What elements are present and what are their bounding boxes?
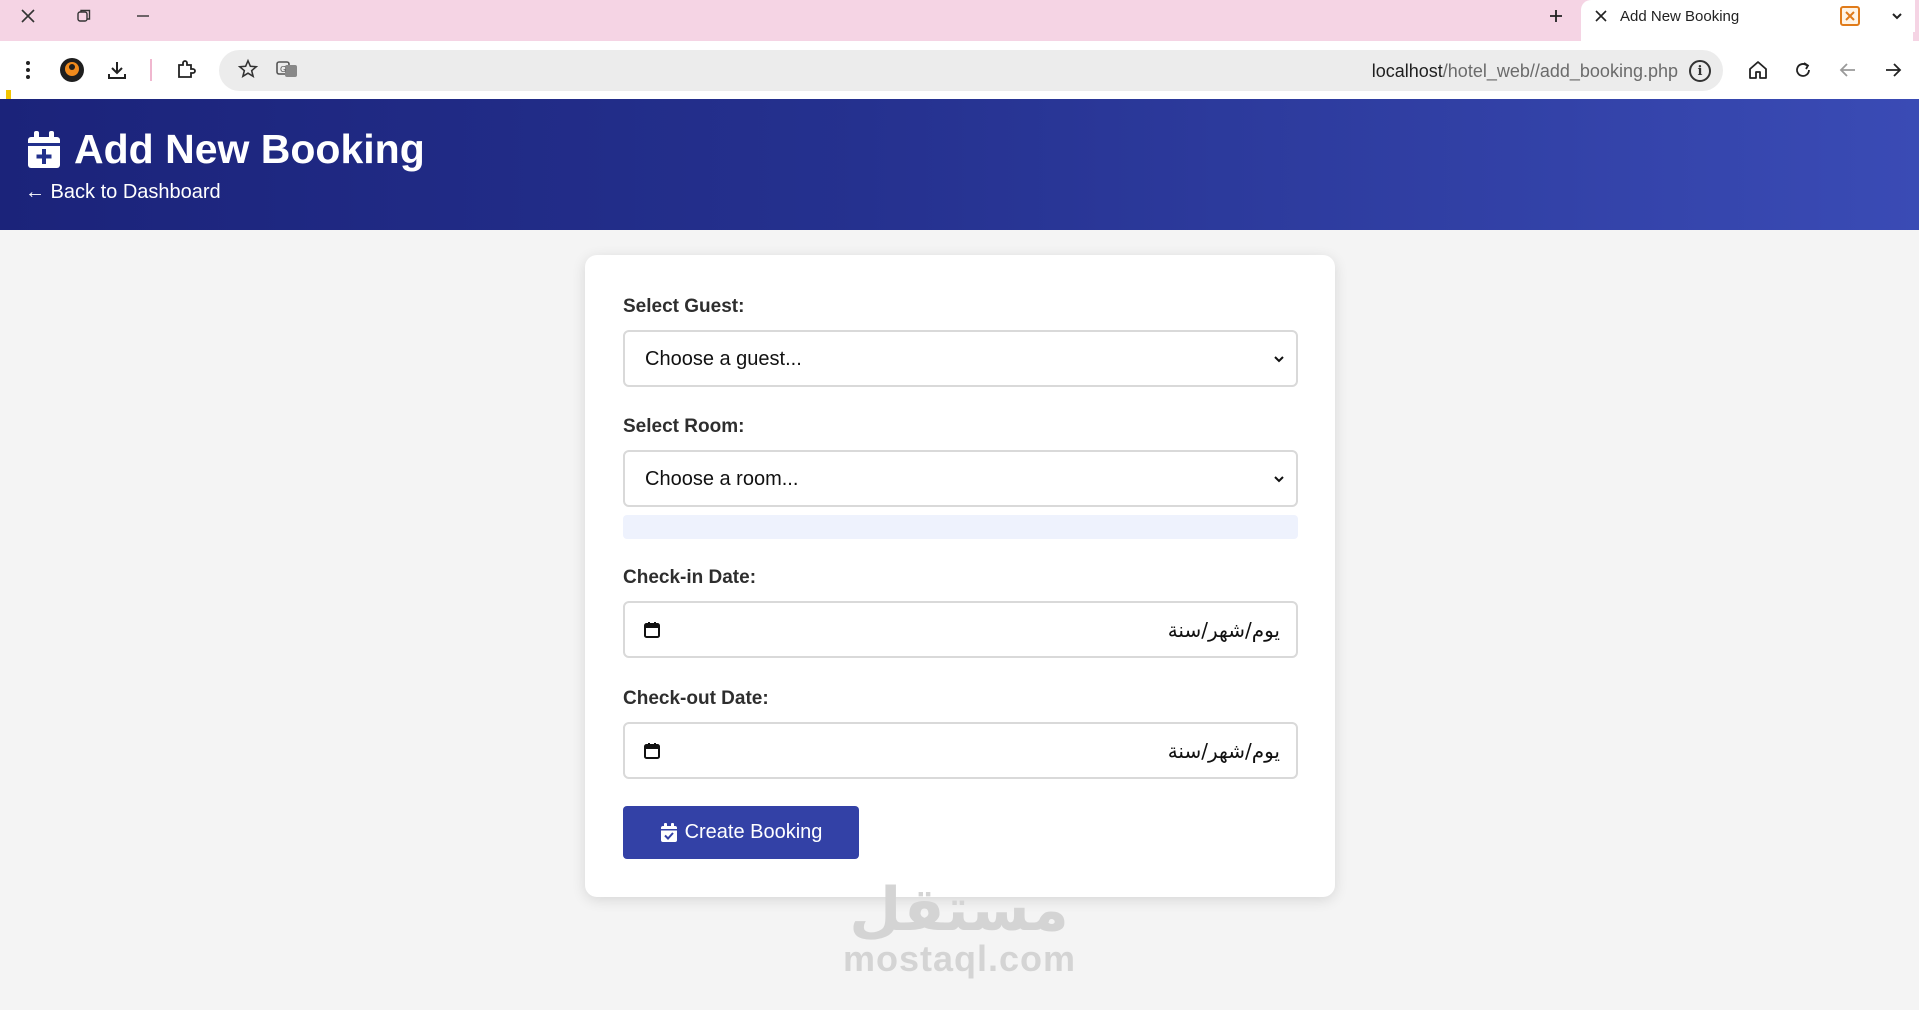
room-info-panel [623,515,1298,539]
arrow-left-icon [1839,63,1855,77]
download-icon [108,62,126,79]
room-select-value: Choose a room... [645,468,799,490]
tab-close-button[interactable] [1591,6,1611,26]
arrow-right-icon [1886,63,1902,77]
minimize-icon [137,15,149,17]
profile-avatar[interactable] [57,55,87,85]
toolbar-divider [150,59,152,81]
create-booking-button[interactable]: Create Booking [623,806,859,859]
home-icon [1749,61,1767,79]
calendar-icon[interactable] [643,621,661,639]
calendar-plus-icon [28,130,60,168]
watermark-arabic: مستقل [849,875,1069,945]
checkin-label: Check-in Date: [623,567,757,588]
puzzle-icon [178,60,196,78]
chevron-down-icon [1892,13,1902,20]
tab-search-button[interactable] [1879,0,1915,32]
guest-select[interactable]: Choose a guest... [623,330,1298,387]
mostaql-watermark: مستقل mostaql.com [843,880,1075,978]
url-text: localhost/hotel_web//add_booking.php [1372,61,1678,82]
guest-label: Select Guest: [623,296,745,317]
browser-title-bar: Add New Booking [0,0,1919,41]
downloads-button[interactable] [102,55,132,85]
avatar-icon [60,58,84,82]
browser-tab-active[interactable]: Add New Booking [1581,0,1913,41]
url-host: localhost [1371,61,1443,81]
xampp-favicon-icon [1840,6,1860,26]
create-booking-label: Create Booking [684,821,823,843]
site-info-icon[interactable]: i [1689,60,1711,82]
extensions-button[interactable] [171,55,201,85]
more-vertical-icon [26,61,30,79]
calendar-icon[interactable] [643,742,661,760]
checkout-date-placeholder: يوم/شهر/سنة [1167,739,1280,763]
reload-button[interactable] [1788,55,1818,85]
browser-toolbar: G localhost/hotel_web//add_booking.php i [0,41,1919,99]
minimize-window-button[interactable] [126,4,160,28]
room-label: Select Room: [623,416,745,437]
chevron-down-icon [1274,356,1284,363]
page-title-row: Add New Booking [26,129,425,170]
menu-button[interactable] [13,55,43,85]
page-header: Add New Booking ← Back to Dashboard [0,99,1919,230]
url-path: /hotel_web//add_booking.php [1442,61,1678,81]
chevron-down-icon [1274,476,1284,483]
checkout-date-input[interactable]: يوم/شهر/سنة [623,722,1298,779]
watermark-latin: mostaql.com [843,938,1077,979]
back-button[interactable] [1833,55,1863,85]
room-select[interactable]: Choose a room... [623,450,1298,507]
booking-form-card: Select Guest: Choose a guest... Select R… [585,255,1335,897]
back-to-dashboard-link[interactable]: ← Back to Dashboard [25,181,221,204]
home-button[interactable] [1743,55,1773,85]
checkout-label: Check-out Date: [623,688,769,709]
checkin-date-placeholder: يوم/شهر/سنة [1167,618,1280,642]
close-window-button[interactable] [11,4,45,28]
calendar-check-icon [660,822,677,842]
forward-button[interactable] [1878,55,1908,85]
translate-icon[interactable]: G [276,59,298,84]
address-bar[interactable]: G localhost/hotel_web//add_booking.php i [219,50,1723,91]
reload-icon [1796,62,1810,77]
restore-icon [77,9,91,22]
plus-icon [1550,10,1562,22]
tab-title: Add New Booking [1620,8,1740,25]
page-title: Add New Booking [74,126,425,172]
close-icon [1595,10,1607,22]
checkin-date-input[interactable]: يوم/شهر/سنة [623,601,1298,658]
svg-text:G: G [280,65,286,74]
close-icon [21,9,35,23]
new-tab-button[interactable] [1543,4,1569,28]
restore-window-button[interactable] [67,4,101,28]
bookmark-star-icon[interactable] [237,58,259,85]
guest-select-value: Choose a guest... [645,348,802,370]
